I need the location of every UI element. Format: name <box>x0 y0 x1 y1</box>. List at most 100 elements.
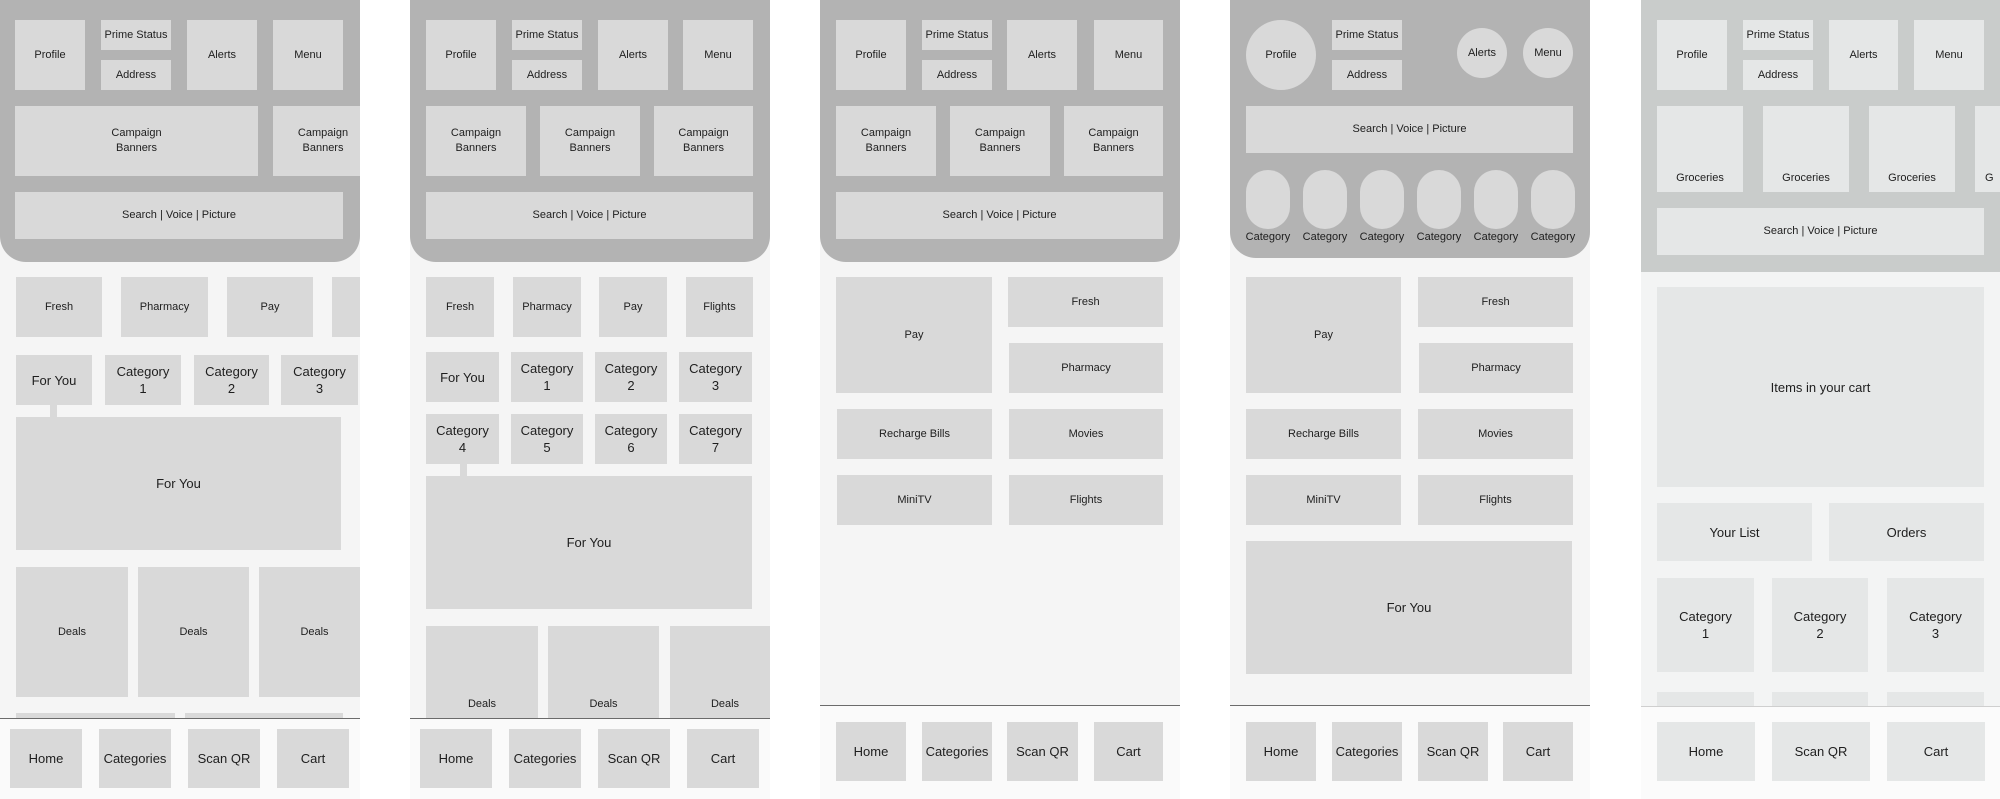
tab-category-1[interactable]: Category 1 <box>511 352 583 402</box>
campaign-banner[interactable]: Campaign Banners <box>15 106 258 176</box>
address-button[interactable]: Address <box>512 60 582 90</box>
category-chip[interactable] <box>1360 170 1404 229</box>
prime-status-button[interactable]: Prime Status <box>512 20 582 50</box>
profile-button[interactable]: Profile <box>1657 20 1727 90</box>
deal-card[interactable]: Deals <box>548 626 659 718</box>
category-chip[interactable] <box>1417 170 1461 229</box>
service-pay[interactable]: Pay <box>1246 277 1401 393</box>
search-bar[interactable]: Search | Voice | Picture <box>1246 106 1573 153</box>
tab-for-you[interactable]: For You <box>426 352 499 402</box>
deal-card[interactable]: Deals <box>16 567 128 697</box>
groceries-card[interactable]: Groceries <box>1763 106 1849 192</box>
alerts-button[interactable]: Alerts <box>187 20 257 90</box>
campaign-banner[interactable]: Campaign Banners <box>950 106 1050 176</box>
service-pharmacy[interactable]: Pharmacy <box>1009 343 1163 393</box>
nav-scan-qr[interactable]: Scan QR <box>1007 722 1078 781</box>
tab-category-5[interactable]: Category 5 <box>511 414 583 464</box>
groceries-card[interactable]: Groceries <box>1657 106 1743 192</box>
tab-category-4[interactable]: Category 4 <box>426 414 499 464</box>
nav-cart[interactable]: Cart <box>1887 722 1985 781</box>
nav-home[interactable]: Home <box>1246 722 1316 781</box>
service-pay[interactable]: Pay <box>836 277 992 393</box>
nav-categories[interactable]: Categories <box>922 722 992 781</box>
category-card-3[interactable]: Category 3 <box>1887 578 1984 672</box>
menu-button[interactable]: Menu <box>1094 20 1163 90</box>
search-bar[interactable]: Search | Voice | Picture <box>836 192 1163 239</box>
service-movies[interactable]: Movies <box>1009 409 1163 459</box>
groceries-card[interactable]: G <box>1975 106 2000 192</box>
alerts-button[interactable]: Alerts <box>1457 28 1507 78</box>
menu-button[interactable]: Menu <box>1523 28 1573 78</box>
search-bar[interactable]: Search | Voice | Picture <box>15 192 343 239</box>
nav-cart[interactable]: Cart <box>687 729 759 788</box>
nav-categories[interactable]: Categories <box>509 729 581 788</box>
service-flights[interactable]: Flights <box>1418 475 1573 525</box>
nav-scan-qr[interactable]: Scan QR <box>1772 722 1870 781</box>
address-button[interactable]: Address <box>101 60 171 90</box>
menu-button[interactable]: Menu <box>273 20 343 90</box>
your-list-button[interactable]: Your List <box>1657 503 1812 561</box>
tab-category-3[interactable]: Category 3 <box>281 355 358 405</box>
quick-link-partial[interactable] <box>332 277 360 337</box>
service-pharmacy[interactable]: Pharmacy <box>1419 343 1573 393</box>
nav-home[interactable]: Home <box>1657 722 1755 781</box>
nav-cart[interactable]: Cart <box>1503 722 1573 781</box>
search-bar[interactable]: Search | Voice | Picture <box>426 192 753 239</box>
tab-category-2[interactable]: Category 2 <box>194 355 269 405</box>
tab-category-7[interactable]: Category 7 <box>679 414 752 464</box>
tab-category-1[interactable]: Category 1 <box>105 355 181 405</box>
category-chip[interactable] <box>1474 170 1518 229</box>
quick-link-fresh[interactable]: Fresh <box>16 277 102 337</box>
address-button[interactable]: Address <box>922 60 992 90</box>
address-button[interactable]: Address <box>1743 60 1813 90</box>
category-card-1[interactable]: Category 1 <box>1657 578 1754 672</box>
nav-home[interactable]: Home <box>836 722 906 781</box>
for-you-panel[interactable]: For You <box>1246 541 1572 674</box>
tab-category-6[interactable]: Category 6 <box>595 414 667 464</box>
campaign-banner[interactable]: Campaign Banners <box>836 106 936 176</box>
service-recharge-bills[interactable]: Recharge Bills <box>837 409 992 459</box>
category-chip[interactable] <box>1531 170 1575 229</box>
deal-card[interactable]: Deals <box>426 626 538 718</box>
nav-scan-qr[interactable]: Scan QR <box>188 729 260 788</box>
category-card-2[interactable]: Category 2 <box>1772 578 1868 672</box>
service-fresh[interactable]: Fresh <box>1418 277 1573 327</box>
service-movies[interactable]: Movies <box>1418 409 1573 459</box>
tab-category-2[interactable]: Category 2 <box>595 352 667 402</box>
nav-scan-qr[interactable]: Scan QR <box>598 729 670 788</box>
menu-button[interactable]: Menu <box>1914 20 1984 90</box>
service-minitv[interactable]: MiniTV <box>1246 475 1401 525</box>
quick-link-pharmacy[interactable]: Pharmacy <box>513 277 581 337</box>
campaign-banner[interactable]: Campaign Banners <box>426 106 526 176</box>
prime-status-button[interactable]: Prime Status <box>1332 20 1402 50</box>
menu-button[interactable]: Menu <box>683 20 753 90</box>
deal-card[interactable]: Deals <box>670 626 770 718</box>
nav-categories[interactable]: Categories <box>1332 722 1402 781</box>
alerts-button[interactable]: Alerts <box>1007 20 1077 90</box>
campaign-banner[interactable]: Campaign Banners <box>1064 106 1163 176</box>
service-recharge-bills[interactable]: Recharge Bills <box>1246 409 1401 459</box>
quick-link-flights[interactable]: Flights <box>686 277 753 337</box>
campaign-banner[interactable]: Campaign Banners <box>654 106 753 176</box>
profile-button[interactable]: Profile <box>836 20 906 90</box>
quick-link-pay[interactable]: Pay <box>227 277 313 337</box>
address-button[interactable]: Address <box>1332 60 1402 90</box>
prime-status-button[interactable]: Prime Status <box>922 20 992 50</box>
profile-button[interactable]: Profile <box>426 20 496 90</box>
campaign-banner[interactable]: Campaign Banners <box>273 106 360 176</box>
service-minitv[interactable]: MiniTV <box>837 475 992 525</box>
nav-categories[interactable]: Categories <box>99 729 171 788</box>
nav-cart[interactable]: Cart <box>1094 722 1163 781</box>
nav-home[interactable]: Home <box>10 729 82 788</box>
deal-card[interactable]: Deals <box>259 567 360 697</box>
for-you-panel[interactable]: For You <box>426 476 752 609</box>
orders-button[interactable]: Orders <box>1829 503 1984 561</box>
quick-link-fresh[interactable]: Fresh <box>426 277 494 337</box>
nav-cart[interactable]: Cart <box>277 729 349 788</box>
nav-home[interactable]: Home <box>420 729 492 788</box>
quick-link-pharmacy[interactable]: Pharmacy <box>121 277 208 337</box>
nav-scan-qr[interactable]: Scan QR <box>1418 722 1488 781</box>
for-you-panel[interactable]: For You <box>16 417 341 550</box>
category-chip[interactable] <box>1246 170 1290 229</box>
tab-for-you[interactable]: For You <box>16 355 92 405</box>
